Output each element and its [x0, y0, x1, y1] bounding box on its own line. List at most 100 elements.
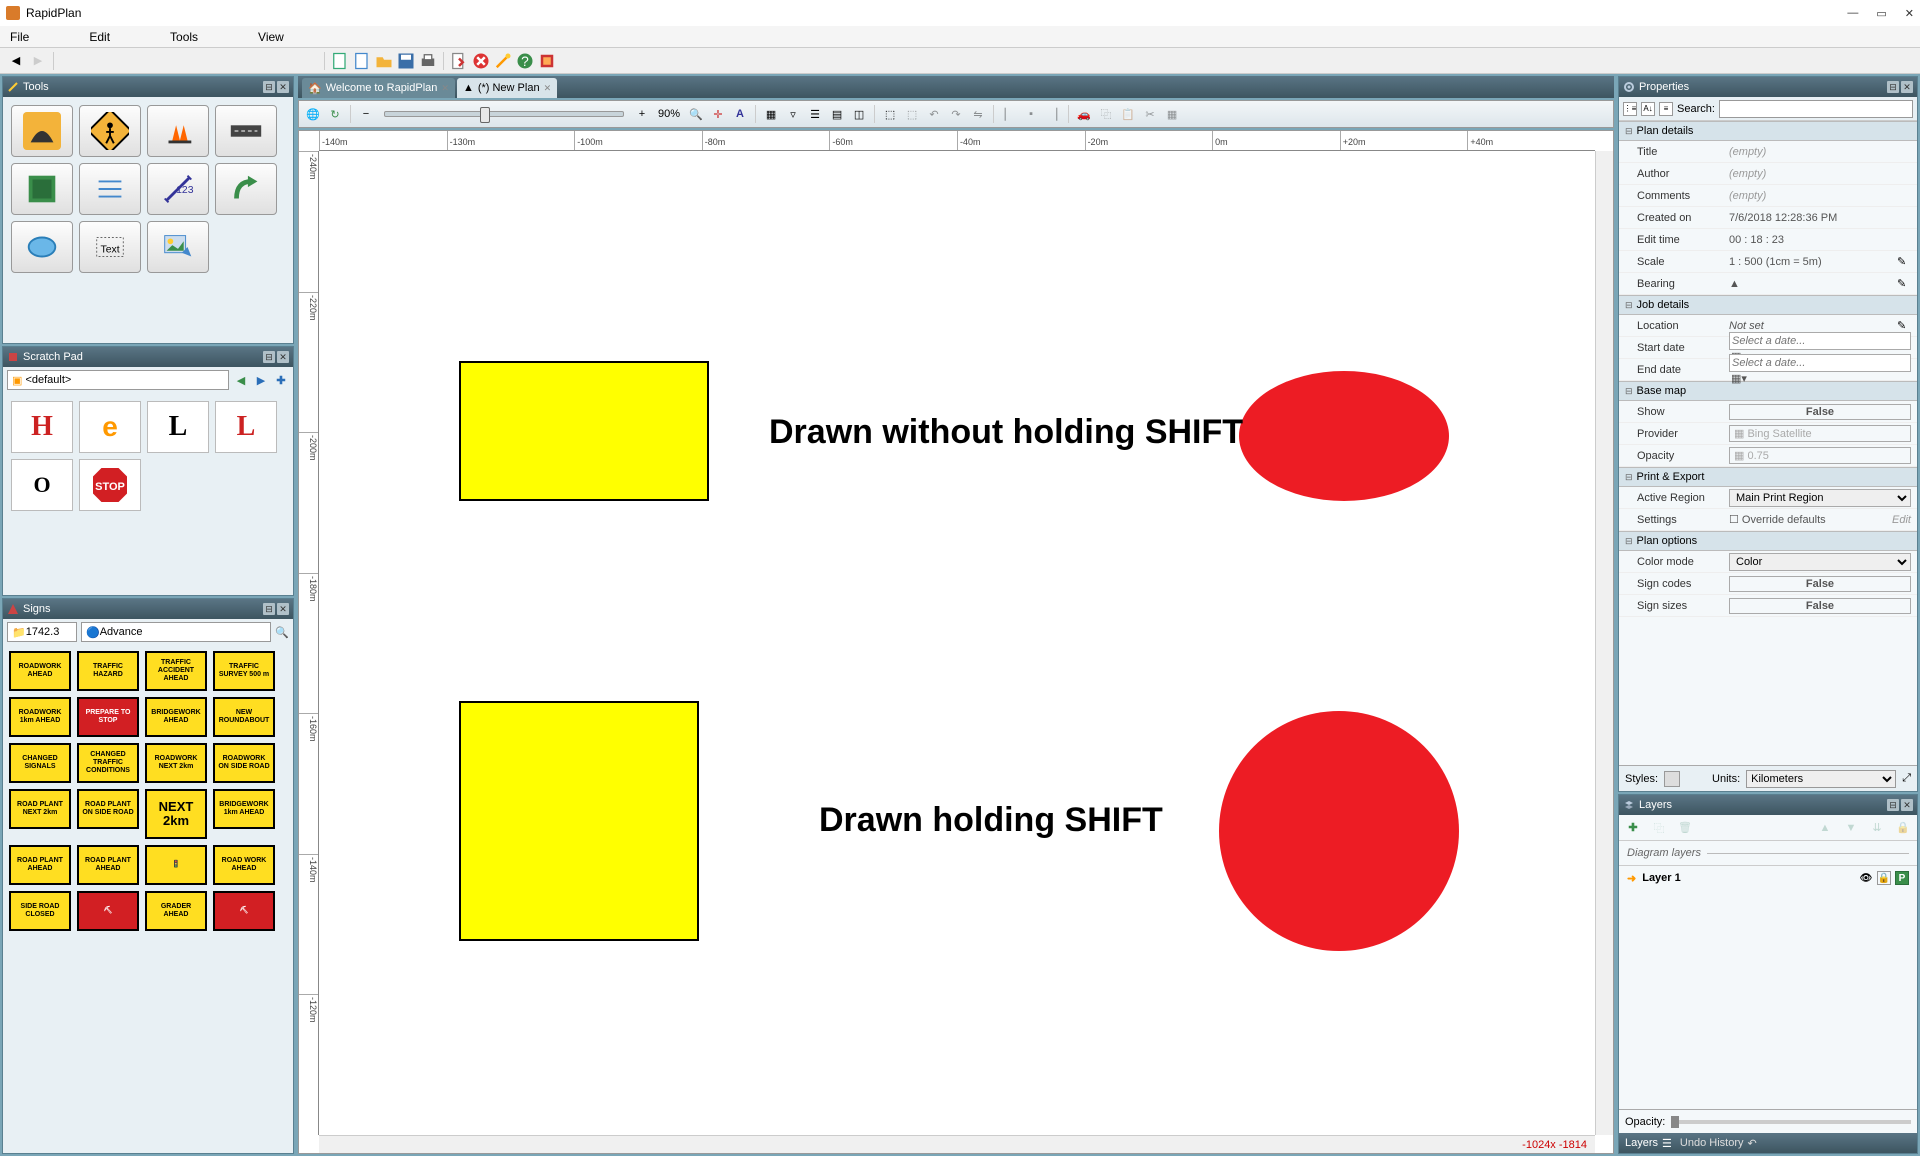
scrollbar-horizontal[interactable]: -1024x -1814: [319, 1135, 1595, 1153]
canvas[interactable]: Drawn without holding SHIFT Drawn holdin…: [319, 151, 1595, 1135]
minimize-button[interactable]: —: [1847, 7, 1858, 20]
tool-lane[interactable]: [215, 105, 277, 157]
sign-item[interactable]: NEXT 2km: [145, 789, 207, 839]
sign-item[interactable]: ⛏: [77, 891, 139, 931]
layer-merge-icon[interactable]: ⇊: [1869, 820, 1885, 836]
zoom-slider[interactable]: [384, 111, 624, 117]
sign-item[interactable]: ROADWORK 1km AHEAD: [9, 697, 71, 737]
properties-header[interactable]: Properties ⊟ ✕: [1619, 77, 1917, 97]
prop-value[interactable]: False: [1729, 404, 1911, 420]
close-panel-icon[interactable]: ✕: [277, 603, 289, 615]
layer-row[interactable]: ➜ Layer 1 👁 🔒 P: [1619, 866, 1917, 890]
sign-item[interactable]: TRAFFIC HAZARD: [77, 651, 139, 691]
edit-pencil-icon[interactable]: ✎: [1897, 255, 1911, 269]
sign-item[interactable]: TRAFFIC SURVEY 500 m: [213, 651, 275, 691]
prop-value[interactable]: (empty): [1729, 146, 1911, 158]
close-panel-icon[interactable]: ✕: [277, 351, 289, 363]
exit-icon[interactable]: [537, 51, 557, 71]
new-icon[interactable]: [330, 51, 350, 71]
cut-icon[interactable]: ✂: [1140, 104, 1160, 124]
crosshair-icon[interactable]: ✛: [708, 104, 728, 124]
pin-icon[interactable]: ⊟: [1887, 799, 1899, 811]
menu-edit[interactable]: Edit: [89, 30, 110, 44]
close-panel-icon[interactable]: ✕: [277, 81, 289, 93]
del-layer-icon[interactable]: 🗑: [1677, 820, 1693, 836]
scratchpad-header[interactable]: Scratch Pad ⊟ ✕: [3, 347, 293, 367]
print-icon[interactable]: [418, 51, 438, 71]
tool-ellipse[interactable]: [11, 221, 73, 273]
sort-az-icon[interactable]: A↓: [1641, 102, 1655, 116]
scratch-item[interactable]: e: [79, 401, 141, 453]
sort-cat-icon[interactable]: ⋮≡: [1623, 102, 1637, 116]
globe-icon[interactable]: 🌐: [303, 104, 323, 124]
sign-item[interactable]: ROAD PLANT ON SIDE ROAD: [77, 789, 139, 829]
canvas-text[interactable]: Drawn holding SHIFT: [819, 801, 1163, 840]
sign-item[interactable]: ROAD WORK AHEAD: [213, 845, 275, 885]
sign-item[interactable]: ROAD PLANT NEXT 2km: [9, 789, 71, 829]
scratch-item-stop[interactable]: STOP: [79, 459, 141, 511]
prop-value[interactable]: Main Print Region: [1729, 489, 1911, 507]
sign-item[interactable]: CHANGED SIGNALS: [9, 743, 71, 783]
print-icon[interactable]: P: [1895, 871, 1909, 885]
sign-item[interactable]: ⛏: [213, 891, 275, 931]
close-tab-icon[interactable]: ✕: [441, 83, 449, 94]
zoom-out-icon[interactable]: −: [356, 104, 376, 124]
edit-pencil-icon[interactable]: ✎: [1897, 319, 1911, 333]
sign-item[interactable]: ROADWORK ON SIDE ROAD: [213, 743, 275, 783]
tab-new-plan[interactable]: ▲ (*) New Plan ✕: [457, 78, 557, 98]
prop-value[interactable]: 7/6/2018 12:28:36 PM: [1729, 212, 1911, 224]
prop-value[interactable]: False: [1729, 598, 1911, 614]
sign-item[interactable]: BRIDGEWORK 1km AHEAD: [213, 789, 275, 829]
signs-code[interactable]: 📁 1742.3: [7, 622, 77, 642]
tab-undo-history[interactable]: Undo History ↶: [1680, 1137, 1757, 1150]
shape-ellipse[interactable]: [1239, 371, 1449, 501]
refresh-icon[interactable]: ↻: [325, 104, 345, 124]
list-icon[interactable]: ☰: [805, 104, 825, 124]
next-icon[interactable]: ▶: [253, 372, 269, 388]
menu-tools[interactable]: Tools: [170, 30, 198, 44]
prop-value[interactable]: (empty): [1729, 168, 1911, 180]
signs-header[interactable]: Signs ⊟ ✕: [3, 599, 293, 619]
units-select[interactable]: Kilometers: [1746, 770, 1896, 788]
prop-value[interactable]: 1 : 500 (1cm = 5m): [1729, 256, 1897, 268]
maximize-button[interactable]: ▭: [1876, 7, 1886, 20]
prop-value[interactable]: ☐ Override defaults: [1729, 513, 1886, 526]
forward-button[interactable]: ▶: [28, 51, 48, 71]
clipboard-icon[interactable]: ▦: [1162, 104, 1182, 124]
tool-image[interactable]: [147, 221, 209, 273]
open-icon[interactable]: [352, 51, 372, 71]
edit-pencil-icon[interactable]: ✎: [1897, 277, 1911, 291]
wizard-icon[interactable]: [493, 51, 513, 71]
save-icon[interactable]: [396, 51, 416, 71]
scrollbar-vertical[interactable]: [1595, 151, 1613, 1135]
signs-category[interactable]: 🔵 Advance: [81, 622, 271, 642]
prop-value[interactable]: ▦▾: [1729, 354, 1911, 385]
sign-item[interactable]: GRADER AHEAD: [145, 891, 207, 931]
sign-item[interactable]: NEW ROUNDABOUT: [213, 697, 275, 737]
sign-item[interactable]: TRAFFIC ACCIDENT AHEAD: [145, 651, 207, 691]
text-marker-icon[interactable]: A: [730, 104, 750, 124]
close-button[interactable]: ✕: [1905, 7, 1914, 20]
search-signs-icon[interactable]: 🔍: [275, 626, 289, 639]
scratch-item[interactable]: L: [147, 401, 209, 453]
paste-icon[interactable]: 📋: [1118, 104, 1138, 124]
layer-up-icon[interactable]: ▲: [1817, 820, 1833, 836]
shape-rectangle[interactable]: [459, 361, 709, 501]
grid-icon[interactable]: ▤: [827, 104, 847, 124]
tool-measure[interactable]: 123: [147, 163, 209, 215]
rotate-left-icon[interactable]: ↶: [924, 104, 944, 124]
prev-icon[interactable]: ◀: [233, 372, 249, 388]
tab-welcome[interactable]: 🏠 Welcome to RapidPlan ✕: [302, 78, 455, 98]
close-panel-icon[interactable]: ✕: [1901, 799, 1913, 811]
group-icon[interactable]: ⬚: [880, 104, 900, 124]
sign-item[interactable]: SIDE ROAD CLOSED: [9, 891, 71, 931]
zoom-tool-icon[interactable]: 🔍: [686, 104, 706, 124]
visibility-icon[interactable]: 👁: [1859, 871, 1873, 885]
tool-distance[interactable]: [11, 163, 73, 215]
zoom-in-icon[interactable]: +: [632, 104, 652, 124]
sign-item[interactable]: ROAD PLANT AHEAD: [77, 845, 139, 885]
dropdown-icon[interactable]: ▿: [783, 104, 803, 124]
export-icon[interactable]: [449, 51, 469, 71]
sign-item[interactable]: 🚦: [145, 845, 207, 885]
shape-circle[interactable]: [1219, 711, 1459, 951]
